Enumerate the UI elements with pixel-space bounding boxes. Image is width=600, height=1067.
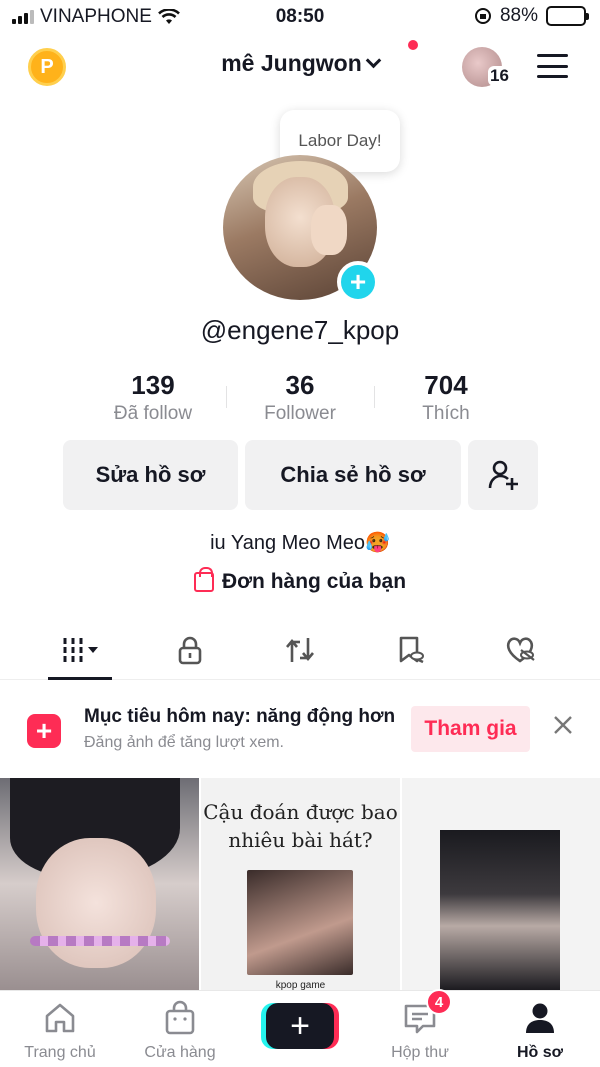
profile-icon bbox=[526, 1003, 554, 1033]
tab-reposts[interactable] bbox=[250, 620, 350, 680]
stat-label: Thích bbox=[422, 403, 470, 424]
goal-banner: + Mục tiêu hôm nay: năng động hơn Đăng ả… bbox=[0, 690, 600, 770]
stat-label: Follower bbox=[264, 403, 336, 424]
create-button[interactable]: + bbox=[266, 1003, 334, 1049]
stat-followers[interactable]: 36 Follower bbox=[230, 370, 370, 425]
home-icon bbox=[45, 1003, 75, 1033]
stat-following[interactable]: 139 Đã follow bbox=[83, 370, 223, 425]
goal-title: Mục tiêu hôm nay: năng động hơn bbox=[84, 706, 396, 727]
video-inset-image bbox=[247, 870, 353, 975]
share-profile-button[interactable]: Chia sẻ hồ sơ bbox=[245, 440, 461, 510]
video-thumbnail[interactable] bbox=[402, 778, 600, 990]
edit-profile-button[interactable]: Sửa hồ sơ bbox=[63, 440, 238, 510]
nav-label: Trang chủ bbox=[24, 1044, 96, 1061]
lock-icon bbox=[178, 636, 202, 665]
shop-bag-icon bbox=[165, 1000, 195, 1035]
create-post-icon: + bbox=[27, 714, 61, 748]
bookmark-hidden-icon bbox=[399, 636, 424, 664]
video-caption: kpop game bbox=[275, 980, 326, 990]
orientation-lock-icon bbox=[474, 8, 491, 24]
tab-liked[interactable] bbox=[470, 620, 570, 680]
nav-shop[interactable]: Cửa hàng bbox=[130, 999, 230, 1062]
profile-stats: 139 Đã follow 36 Follower 704 Thích bbox=[0, 370, 600, 430]
add-user-icon bbox=[488, 460, 518, 490]
nav-inbox[interactable]: Hộp thư bbox=[370, 999, 470, 1062]
notification-dot bbox=[408, 40, 418, 50]
goal-subtitle: Đăng ảnh để tăng lượt xem. bbox=[84, 734, 284, 751]
username: @engene7_kpop bbox=[200, 315, 400, 345]
nav-home[interactable]: Trang chủ bbox=[10, 999, 110, 1062]
tab-videos[interactable] bbox=[30, 620, 130, 680]
inbox-badge: 4 bbox=[426, 989, 452, 1015]
stat-label: Đã follow bbox=[113, 403, 193, 424]
battery-info: 88% bbox=[474, 5, 589, 27]
content-tabs bbox=[0, 620, 600, 680]
stat-divider bbox=[374, 386, 375, 408]
chevron-down-icon bbox=[365, 52, 382, 69]
bottom-nav: Trang chủ Cửa hàng + Hộp thư 4 Hồ sơ bbox=[0, 989, 600, 1067]
account-name: mê Jungwon bbox=[221, 50, 362, 76]
story-count: 16 bbox=[488, 66, 511, 86]
stat-value: 139 bbox=[131, 370, 175, 400]
tab-favorites[interactable] bbox=[360, 620, 460, 680]
close-icon[interactable] bbox=[552, 714, 574, 736]
profile-header: P mê Jungwon 16 bbox=[0, 40, 600, 100]
stat-value: 36 bbox=[285, 370, 315, 400]
video-grid: Cậu đoán được bao nhiêu bài hát? kpop ga… bbox=[0, 778, 600, 990]
repost-icon bbox=[286, 638, 314, 662]
status-bar: VINAPHONE 08:50 88% bbox=[0, 0, 600, 34]
profile-avatar-wrapper: + bbox=[223, 155, 379, 303]
grid-icon bbox=[63, 638, 98, 662]
shopping-bag-icon bbox=[193, 567, 214, 592]
orders-link[interactable]: Đơn hàng của bạn bbox=[0, 567, 600, 594]
bio-text: iu Yang Meo Meo🥵 bbox=[210, 532, 390, 554]
heart-hidden-icon bbox=[506, 637, 535, 663]
nav-label: Hồ sơ bbox=[516, 1044, 564, 1061]
battery-icon bbox=[546, 6, 589, 26]
add-friend-button[interactable] bbox=[468, 440, 538, 510]
nav-label: Hộp thư bbox=[391, 1044, 449, 1061]
orders-label: Đơn hàng của bạn bbox=[221, 570, 407, 593]
tab-private[interactable] bbox=[140, 620, 240, 680]
nav-profile[interactable]: Hồ sơ bbox=[490, 999, 590, 1062]
join-button[interactable]: Tham gia bbox=[411, 706, 530, 752]
nav-label: Cửa hàng bbox=[144, 1044, 216, 1061]
video-thumbnail[interactable]: Cậu đoán được bao nhiêu bài hát? kpop ga… bbox=[201, 778, 400, 990]
video-overlay-text: Cậu đoán được bao nhiêu bài hát? bbox=[203, 800, 398, 852]
video-thumbnail[interactable] bbox=[0, 778, 199, 990]
battery-percent: 88% bbox=[499, 5, 538, 26]
menu-icon[interactable] bbox=[537, 54, 568, 78]
stat-likes[interactable]: 704 Thích bbox=[376, 370, 516, 425]
stat-divider bbox=[226, 386, 227, 408]
add-story-icon[interactable]: + bbox=[337, 261, 379, 303]
stat-value: 704 bbox=[424, 370, 468, 400]
